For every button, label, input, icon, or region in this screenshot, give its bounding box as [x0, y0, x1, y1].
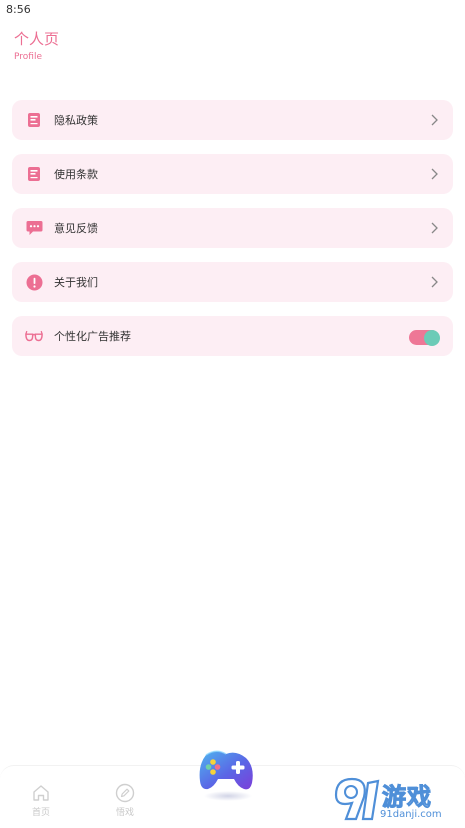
settings-menu: 隐私政策 使用条款 意见反馈 关于我们 个性化广告推荐: [12, 100, 453, 370]
menu-item-about-us[interactable]: 关于我们: [12, 262, 453, 302]
page-title: 个人页: [14, 30, 60, 48]
page-subtitle: Profile: [14, 52, 42, 62]
watermark-site: 91danji.com: [380, 809, 442, 820]
status-bar-time: 8:56: [6, 3, 31, 16]
toggle-knob: [424, 329, 440, 346]
menu-item-privacy-policy[interactable]: 隐私政策: [12, 100, 453, 140]
personalized-ads-toggle[interactable]: [409, 329, 440, 346]
document-icon: [25, 111, 43, 129]
nav-item-home[interactable]: 首页: [21, 783, 61, 818]
watermark-logo: 游戏 91danji.com: [330, 773, 462, 827]
menu-item-terms-of-use[interactable]: 使用条款: [12, 154, 453, 194]
nav-item-games[interactable]: 悟戏: [105, 783, 145, 818]
page-header: 个人页 Profile: [14, 30, 59, 62]
nav-item-label: 首页: [31, 808, 50, 818]
chat-bubble-icon: [25, 219, 43, 237]
chevron-right-icon: [431, 168, 438, 180]
pencil-icon: [115, 783, 135, 803]
home-icon: [33, 785, 49, 801]
glasses-icon: [25, 327, 43, 345]
exclamation-icon: [25, 273, 43, 291]
menu-item-feedback[interactable]: 意见反馈: [12, 208, 453, 248]
menu-item-label: 个性化广告推荐: [54, 330, 131, 343]
logo-91-icon: [334, 777, 380, 821]
chevron-right-icon: [431, 222, 438, 234]
menu-item-label: 关于我们: [54, 276, 98, 289]
menu-item-label: 使用条款: [54, 168, 98, 181]
watermark-brand: 游戏: [382, 783, 432, 812]
nav-item-label: 悟戏: [115, 808, 134, 818]
chevron-right-icon: [431, 276, 438, 288]
gamepad-button[interactable]: [194, 743, 258, 803]
menu-item-label: 隐私政策: [54, 114, 98, 127]
chevron-right-icon: [431, 114, 438, 126]
menu-item-label: 意见反馈: [54, 222, 98, 235]
gamepad-icon: [199, 750, 253, 801]
document-icon: [25, 165, 43, 183]
menu-item-personalized-ads: 个性化广告推荐: [12, 316, 453, 356]
